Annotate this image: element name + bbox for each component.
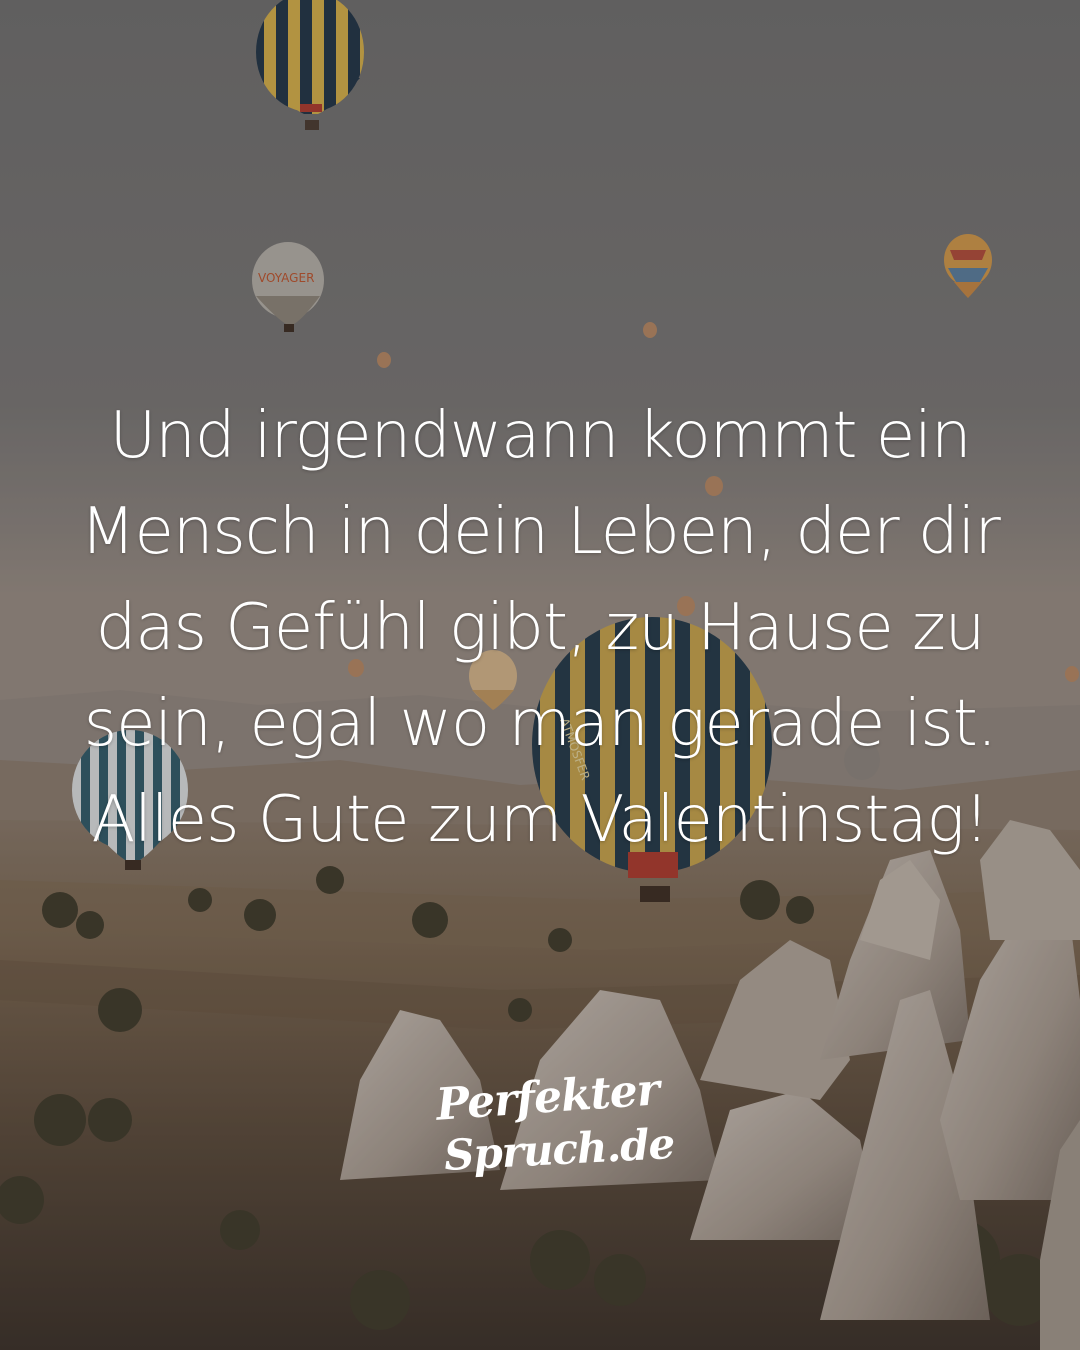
- quote-line: Alles Gute zum Valentinstag!: [91, 783, 989, 857]
- quote-text: Und irgendwann kommt ein Mensch in dein …: [40, 388, 1040, 868]
- logo-line-2: Spruch.de: [442, 1119, 676, 1180]
- quote-line: Und irgendwann kommt ein: [109, 399, 971, 473]
- quote-line: das Gefühl gibt, zu Hause zu: [95, 591, 986, 665]
- quote-line: Mensch in dein Leben, der dir: [80, 495, 1001, 569]
- quote-image: ATMOSFER VOYAGER Und irgendwann kommt ei…: [0, 0, 1080, 1350]
- perfekter-spruch-logo: Perfekter Spruch.de: [430, 1064, 675, 1190]
- quote-line: sein, egal wo man gerade ist.: [83, 687, 997, 761]
